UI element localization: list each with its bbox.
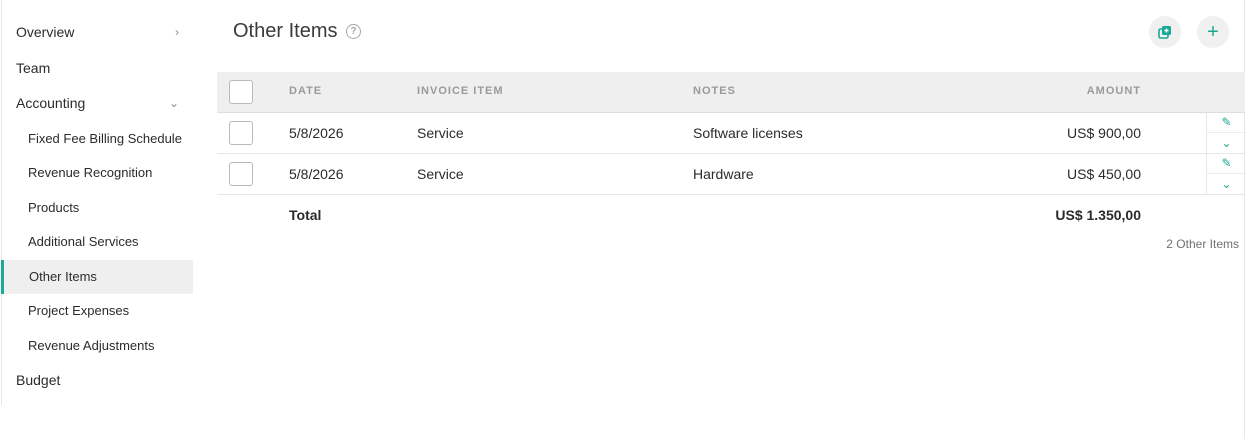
- add-button[interactable]: +: [1197, 16, 1229, 48]
- sidebar-item-label: Additional Services: [28, 234, 139, 249]
- row-actions: ✎ ⌄: [1206, 154, 1246, 194]
- copy-button[interactable]: [1149, 16, 1181, 48]
- sidebar-item-revenue-adjustments[interactable]: Revenue Adjustments: [0, 329, 193, 364]
- sidebar-item-products[interactable]: Products: [0, 191, 193, 226]
- total-row: Total US$ 1.350,00: [217, 195, 1245, 229]
- row-date: 5/8/2026: [289, 125, 344, 141]
- page-title: Other Items: [233, 20, 338, 42]
- table-header: DATE INVOICE ITEM NOTES AMOUNT: [217, 72, 1245, 113]
- sidebar-item-label: Products: [28, 199, 80, 215]
- other-items-table: DATE INVOICE ITEM NOTES AMOUNT 5/8/2026 …: [217, 72, 1246, 229]
- table-row: 5/8/2026 Service Hardware US$ 450,00 ✎ ⌄: [217, 154, 1246, 195]
- sidebar-item-label: Revenue Recognition: [28, 165, 153, 180]
- sidebar-item-accounting[interactable]: Accounting ⌄: [0, 86, 193, 122]
- copy-icon: [1158, 26, 1171, 39]
- sidebar-item-label: Revenue Adjustments: [28, 337, 155, 353]
- row-amount: US$ 900,00: [1067, 125, 1141, 141]
- sidebar: Overview › Team Accounting ⌄ Fixed Fee B…: [0, 0, 193, 399]
- sidebar-item-label: Overview: [16, 24, 75, 40]
- sidebar-item-team[interactable]: Team: [0, 51, 193, 87]
- row-checkbox[interactable]: [229, 121, 253, 145]
- item-count: 2 Other Items: [1166, 237, 1239, 251]
- chevron-down-icon: ⌄: [168, 96, 179, 110]
- sidebar-item-label: Accounting: [16, 95, 86, 111]
- plus-icon: +: [1207, 21, 1219, 43]
- sidebar-item-additional-services[interactable]: Additional Services: [0, 225, 193, 260]
- row-invoice-item: Service: [417, 166, 464, 182]
- sidebar-item-fixed-fee-billing-schedule[interactable]: Fixed Fee Billing Schedule: [0, 122, 193, 157]
- chevron-right-icon: ›: [175, 25, 179, 39]
- table-row: 5/8/2026 Service Software licenses US$ 9…: [217, 113, 1246, 154]
- row-actions: ✎ ⌄: [1206, 113, 1246, 153]
- sidebar-item-other-items[interactable]: Other Items: [1, 259, 193, 294]
- sidebar-item-budget[interactable]: Budget: [0, 363, 193, 399]
- row-checkbox[interactable]: [229, 162, 253, 186]
- sidebar-item-label: Budget: [16, 372, 61, 388]
- row-notes: Software licenses: [693, 125, 803, 141]
- row-notes: Hardware: [693, 166, 754, 182]
- sidebar-item-project-expenses[interactable]: Project Expenses: [0, 294, 193, 329]
- row-invoice-item: Service: [417, 125, 464, 141]
- chevron-down-icon[interactable]: ⌄: [1207, 174, 1246, 194]
- sidebar-item-overview[interactable]: Overview ›: [0, 15, 193, 51]
- chevron-down-icon[interactable]: ⌄: [1207, 133, 1246, 153]
- sidebar-item-label: Project Expenses: [28, 303, 130, 318]
- sidebar-item-revenue-recognition[interactable]: Revenue Recognition: [0, 156, 193, 191]
- total-label: Total: [289, 207, 322, 223]
- column-header-amount[interactable]: AMOUNT: [1087, 85, 1141, 97]
- pencil-icon[interactable]: ✎: [1207, 154, 1246, 174]
- row-amount: US$ 450,00: [1067, 166, 1141, 182]
- column-header-notes[interactable]: NOTES: [693, 85, 736, 97]
- row-date: 5/8/2026: [289, 166, 344, 182]
- total-amount: US$ 1.350,00: [1055, 207, 1141, 223]
- pencil-icon[interactable]: ✎: [1207, 113, 1246, 133]
- column-header-date[interactable]: DATE: [289, 85, 322, 97]
- question-circle-icon[interactable]: ?: [346, 24, 361, 39]
- sidebar-item-label: Fixed Fee Billing Schedule: [28, 130, 182, 146]
- select-all-checkbox[interactable]: [229, 80, 253, 104]
- column-header-invoice-item[interactable]: INVOICE ITEM: [417, 85, 504, 97]
- sidebar-item-label: Other Items: [29, 268, 97, 284]
- sidebar-item-label: Team: [16, 59, 51, 76]
